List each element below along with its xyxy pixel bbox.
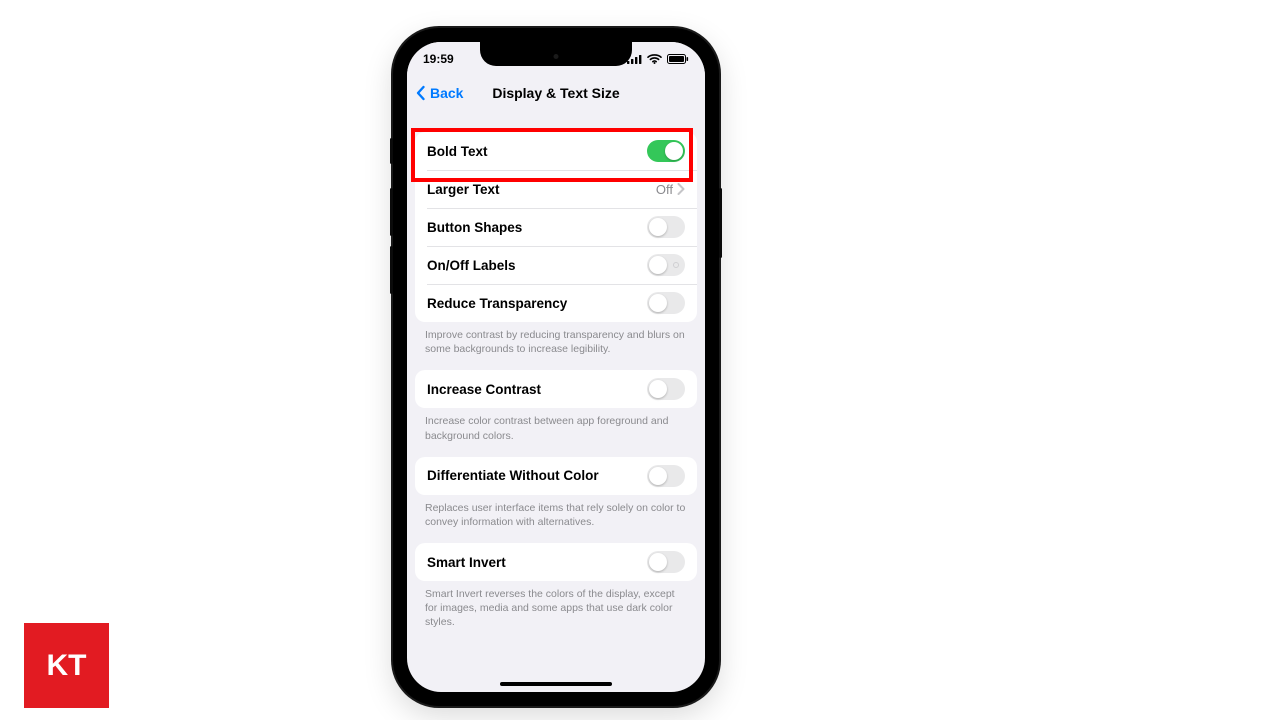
back-button[interactable]: Back [407, 85, 463, 101]
row-label: Differentiate Without Color [427, 468, 599, 483]
row-increase-contrast[interactable]: Increase Contrast [415, 370, 697, 408]
group-footer-1: Improve contrast by reducing transparenc… [407, 322, 705, 358]
group-footer-2: Increase color contrast between app fore… [407, 408, 705, 444]
chevron-left-icon [413, 85, 429, 101]
toggle-increase-contrast[interactable] [647, 378, 685, 400]
row-label: Smart Invert [427, 555, 506, 570]
group-footer-3: Replaces user interface items that rely … [407, 495, 705, 531]
row-label: Bold Text [427, 144, 488, 159]
toggle-onoff-labels[interactable] [647, 254, 685, 276]
group-footer-4: Smart Invert reverses the colors of the … [407, 581, 705, 632]
row-smart-invert[interactable]: Smart Invert [415, 543, 697, 581]
row-label: Reduce Transparency [427, 296, 567, 311]
row-label: Increase Contrast [427, 382, 541, 397]
toggle-reduce-transparency[interactable] [647, 292, 685, 314]
phone-frame: 19:59 Back Disp [393, 28, 719, 706]
settings-group-2: Increase Contrast [415, 370, 697, 408]
back-label: Back [430, 85, 463, 101]
nav-bar: Back Display & Text Size [407, 76, 705, 110]
settings-group-3: Differentiate Without Color [415, 457, 697, 495]
status-time: 19:59 [423, 52, 454, 66]
watermark-badge: KT [24, 623, 109, 708]
row-label: Larger Text [427, 182, 500, 197]
toggle-smart-invert[interactable] [647, 551, 685, 573]
side-button [719, 188, 722, 258]
watermark-text: KT [47, 649, 87, 683]
wifi-icon [647, 54, 662, 64]
battery-icon [667, 54, 689, 64]
row-differentiate-without-color[interactable]: Differentiate Without Color [415, 457, 697, 495]
toggle-differentiate-without-color[interactable] [647, 465, 685, 487]
toggle-button-shapes[interactable] [647, 216, 685, 238]
mute-switch [390, 138, 393, 164]
toggle-bold-text[interactable] [647, 140, 685, 162]
settings-group-1: Bold Text Larger Text Off Button Shapes [415, 132, 697, 322]
row-reduce-transparency[interactable]: Reduce Transparency [415, 284, 697, 322]
phone-screen: 19:59 Back Disp [407, 42, 705, 692]
row-onoff-labels[interactable]: On/Off Labels [415, 246, 697, 284]
settings-content[interactable]: Bold Text Larger Text Off Button Shapes [407, 110, 705, 692]
row-value: Off [656, 182, 673, 197]
home-indicator[interactable] [500, 682, 612, 686]
row-button-shapes[interactable]: Button Shapes [415, 208, 697, 246]
chevron-right-icon [677, 183, 685, 195]
settings-group-4: Smart Invert [415, 543, 697, 581]
volume-up-button [390, 188, 393, 236]
row-label: On/Off Labels [427, 258, 516, 273]
volume-down-button [390, 246, 393, 294]
row-label: Button Shapes [427, 220, 522, 235]
row-larger-text[interactable]: Larger Text Off [415, 170, 697, 208]
row-bold-text[interactable]: Bold Text [415, 132, 697, 170]
notch [480, 42, 632, 66]
